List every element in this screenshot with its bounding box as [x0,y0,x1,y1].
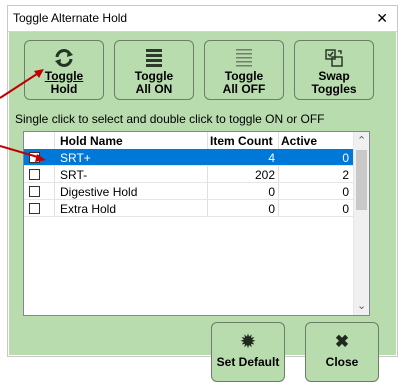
hold-name-cell: SRT+ [60,151,91,165]
scrollbar-thumb[interactable] [356,150,367,210]
gear-icon: ✹ [240,332,256,351]
swap-toggles-button[interactable]: Swap Toggles [294,40,374,100]
dialog-client-area: Toggle Hold Toggle All ON Toggle All OFF… [9,32,396,382]
title-bar: Toggle Alternate Hold ✕ [8,6,397,32]
hold-name-cell: Digestive Hold [60,185,138,199]
toggle-all-on-button[interactable]: Toggle All ON [114,40,194,100]
vertical-scrollbar[interactable]: ⌃ ⌄ [353,132,369,315]
annotation-arrow-line [0,145,42,159]
hold-name-cell: SRT- [60,168,88,182]
toggle-all-on-label-2: All ON [135,82,173,96]
scroll-down-icon[interactable]: ⌄ [357,299,366,312]
all-lines-off-icon [236,49,252,67]
annotation-arrow-line [0,71,41,99]
annotation-arrows [0,69,46,162]
table-row[interactable]: Extra Hold 0 0 [24,200,354,217]
window-close-icon[interactable]: ✕ [376,6,388,31]
active-count-cell: 0 [342,202,349,216]
grid-header: Hold Name Item Count Active Count [24,132,354,162]
row-checkbox[interactable] [29,203,40,214]
toggle-all-off-button[interactable]: Toggle All OFF [204,40,284,100]
active-count-cell: 0 [342,185,349,199]
annotation-arrowhead [35,154,46,162]
table-row[interactable]: Digestive Hold 0 0 [24,183,354,200]
toggle-all-off-label-2: All OFF [222,82,266,96]
scroll-up-icon[interactable]: ⌃ [357,134,366,147]
annotation-arrowhead [34,69,44,78]
table-row[interactable]: SRT- 202 2 [24,166,354,183]
hold-name-cell: Extra Hold [60,202,117,216]
swap-toggles-label-2: Toggles [311,82,357,96]
item-count-cell: 0 [268,185,275,199]
close-button[interactable]: ✖ Close [305,322,379,382]
row-checkbox[interactable] [29,169,40,180]
item-count-cell: 202 [254,168,275,182]
dialog-window: Toggle Alternate Hold ✕ Toggle Hold Togg… [7,5,398,382]
instruction-text: Single click to select and double click … [15,112,325,126]
hold-list-grid[interactable]: Hold Name Item Count Active Count SRT+ 4… [23,131,370,316]
all-lines-on-icon [146,49,162,67]
x-icon: ✖ [334,332,350,351]
active-count-cell: 2 [342,168,349,182]
swap-icon [325,49,343,67]
active-count-cell: 0 [342,151,349,165]
column-header-item-count[interactable]: Item Count [210,134,273,148]
row-checkbox[interactable] [29,186,40,197]
set-default-label: Set Default [216,355,280,369]
column-header-hold-name[interactable]: Hold Name [60,134,123,148]
table-row[interactable]: SRT+ 4 0 [24,149,354,166]
set-default-button[interactable]: ✹ Set Default [211,322,285,382]
item-count-cell: 4 [268,151,275,165]
item-count-cell: 0 [268,202,275,216]
close-label: Close [325,355,359,369]
